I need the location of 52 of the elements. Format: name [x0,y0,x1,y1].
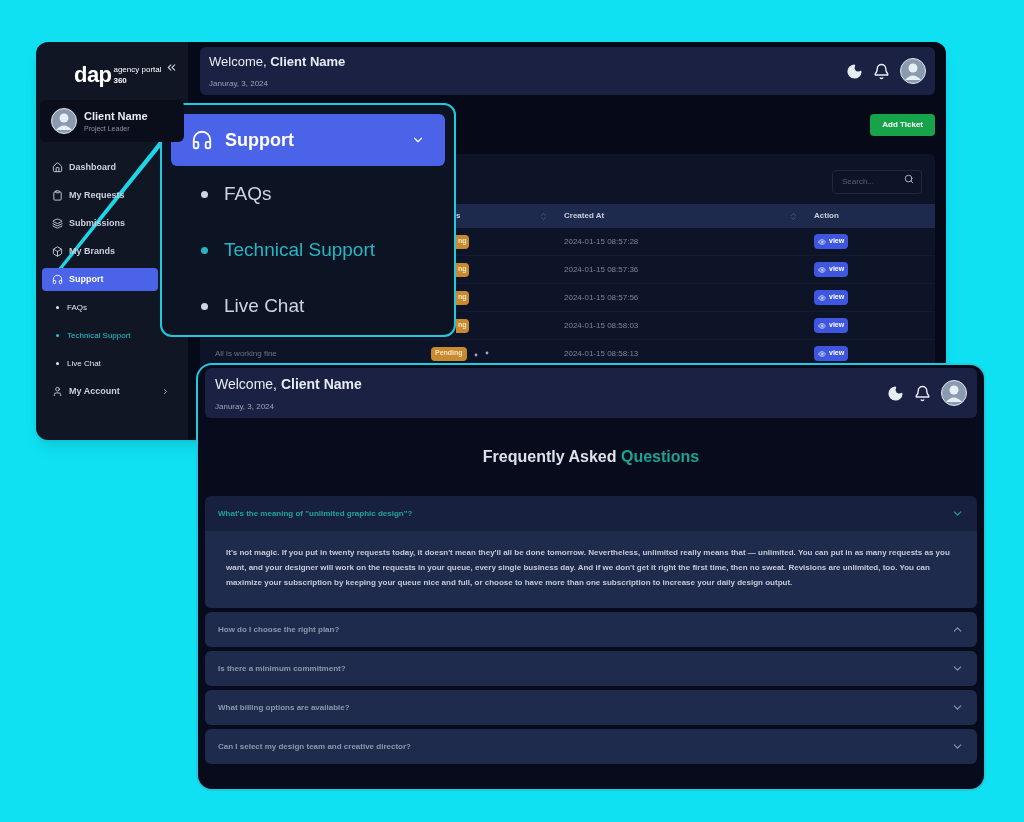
nav-subitem[interactable]: Live Chat [36,352,156,375]
column-header: Action [814,210,839,222]
date-text: Januray, 3, 2024 [215,400,275,413]
nav-item[interactable]: My Account [42,380,180,403]
submenu-item[interactable]: Technical Support [171,222,445,278]
faq-question[interactable]: What's the meaning of "unlimited graphic design"? [205,496,977,531]
moon-icon[interactable] [887,384,904,402]
notification-icon[interactable] [873,62,890,80]
dots-icon [472,350,489,357]
table-cell: 2024-01-15 08:57:36 [564,264,639,274]
moon-icon[interactable] [846,62,863,80]
submenu-item[interactable]: Live Chat [171,278,445,334]
avatar[interactable] [941,380,967,406]
cube-icon [52,246,63,257]
headphones-icon [191,129,213,151]
faq-question[interactable]: How do I choose the right plan? [205,612,977,647]
nav-item[interactable]: Support [42,268,158,291]
support-menu-header[interactable]: Support [171,114,445,166]
avatar[interactable] [51,108,77,134]
table-cell: 2024-01-15 08:57:56 [564,292,639,302]
table-cell: 2024-01-15 08:58:13 [564,348,639,358]
eye-icon [818,237,826,246]
user-icon [52,386,63,397]
eye-icon [818,349,826,358]
clipboard-icon [52,190,63,201]
eye-icon [818,265,826,274]
faq-question[interactable]: What billing options are available? [205,690,977,725]
notification-icon[interactable] [914,384,931,402]
table-cell: 2024-01-15 08:58:03 [564,320,639,330]
faq-question[interactable]: Is there a minimum commitment? [205,651,977,686]
table-cell: All is working fine [215,348,277,358]
eye-icon [818,321,826,330]
table-cell: 2024-01-15 08:57:28 [564,236,639,246]
home-icon [52,162,63,173]
nav-subitem[interactable]: Technical Support [36,324,156,347]
welcome-text: Welcome, Client Name [215,374,362,394]
layers-icon [52,218,63,229]
avatar[interactable] [900,58,926,84]
column-header: Created At [564,210,605,222]
faq-answer: It's not magic. If you put in twenty requests today, it doesn't mean they'll all be done tomorrow. Nevertheless, unlimited really means that — unlimited. You can put in as many requests as you want, and your designer will work on the requests in your queue, every single business day. And if we don't get it right the first time, then no sweat. Revisions are unlimited, too. You can maximize your subscription by keeping your queue nice and full, or choose to have more than one subscription to increase your daily design output. [226,547,951,589]
date-text: Januray, 3, 2024 [209,77,269,90]
search-icon[interactable] [904,174,914,184]
eye-icon [818,293,826,302]
nav-subitem[interactable]: FAQs [36,296,156,319]
search-field[interactable]: Search... [832,169,922,194]
faq-title: Frequently Asked Questions [482,447,700,467]
faq-question[interactable]: Can I select my design team and creative director? [205,729,977,764]
headphones-icon [52,274,63,285]
add-ticket-button[interactable]: Add Ticket [870,114,935,136]
profile-name: Client Name [84,108,148,124]
welcome-text: Welcome, Client Name [209,53,346,72]
column-header: s [456,210,461,222]
